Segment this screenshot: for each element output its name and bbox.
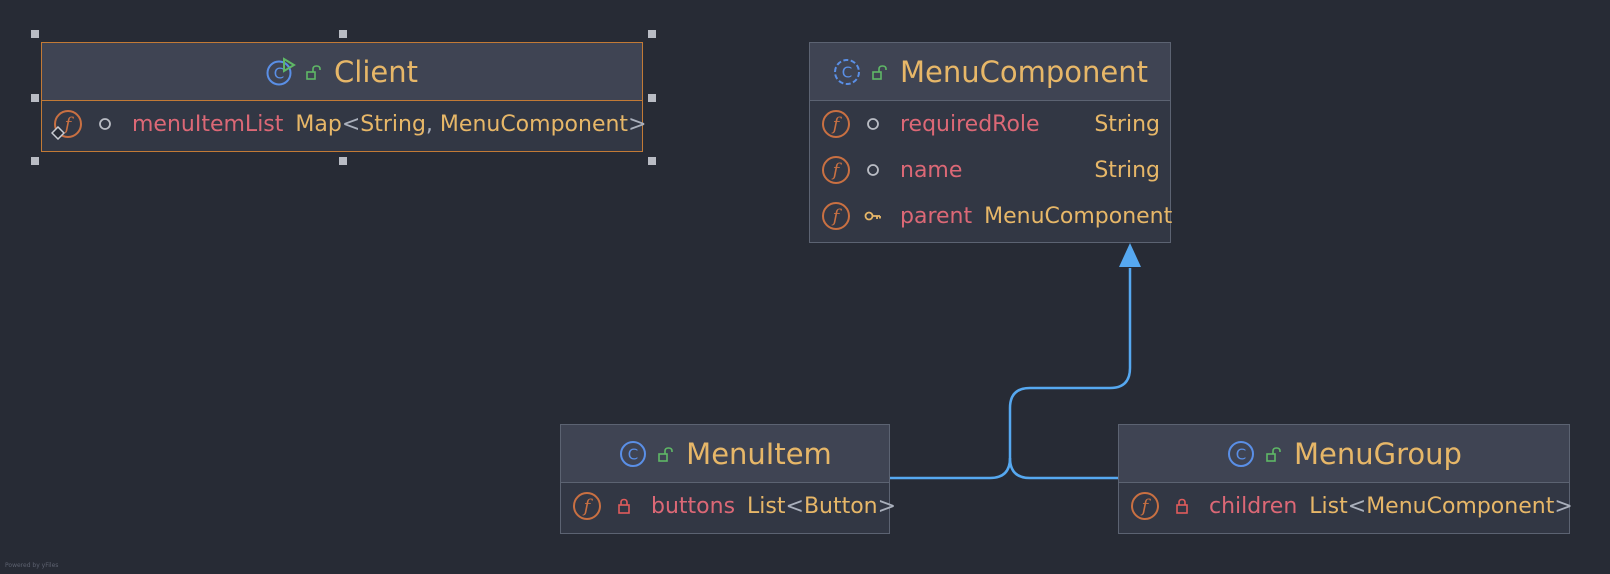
field-type: Map<String, MenuComponent> — [295, 111, 647, 137]
circle-icon — [860, 163, 886, 177]
resize-handle-sw[interactable] — [31, 157, 39, 165]
field-icon: f — [822, 156, 850, 184]
unlocked-icon — [306, 64, 322, 80]
runnable-class-icon: C — [266, 56, 296, 87]
menuitem-to-menucomponent-edge[interactable] — [890, 268, 1132, 480]
field-icon: f — [822, 202, 850, 230]
resize-handle-se[interactable] — [648, 157, 656, 165]
field-name: buttons — [651, 493, 736, 519]
resize-handle-ne[interactable] — [648, 30, 656, 38]
svg-text:C: C — [1236, 445, 1246, 463]
resize-handle-w[interactable] — [31, 94, 39, 102]
unlocked-icon — [658, 446, 674, 462]
circle-icon — [92, 117, 118, 131]
field-type: List<MenuComponent> — [1309, 493, 1573, 519]
field-name: requiredRole — [900, 111, 1040, 137]
class-node-menucomponent[interactable]: C MenuComponent f requiredRole String f … — [809, 42, 1173, 243]
unlocked-icon — [872, 64, 888, 80]
field-row[interactable]: f parent MenuComponent — [810, 193, 1173, 239]
field-row[interactable]: f menuItemList Map<String, MenuComponent… — [42, 101, 647, 147]
class-title: MenuComponent — [900, 54, 1148, 89]
field-name: children — [1209, 493, 1298, 519]
field-type: String — [1094, 111, 1160, 137]
field-type: MenuComponent — [984, 203, 1173, 229]
class-node-client[interactable]: C Client f menuItemList Map<String, Menu… — [41, 42, 647, 152]
resize-handle-n[interactable] — [339, 30, 347, 38]
resize-handle-e[interactable] — [648, 94, 656, 102]
menugroup-to-menucomponent-edge[interactable] — [1008, 457, 1118, 480]
field-icon: f — [1131, 492, 1159, 520]
resize-handle-nw[interactable] — [31, 30, 39, 38]
field-row[interactable]: f children List<MenuComponent> — [1119, 483, 1573, 529]
class-icon: C — [618, 439, 648, 469]
field-name: name — [900, 157, 963, 183]
svg-text:C: C — [628, 445, 638, 463]
class-node-menugroup[interactable]: C MenuGroup f children List<MenuComponen… — [1118, 424, 1573, 534]
field-icon: f — [573, 492, 601, 520]
field-row[interactable]: f buttons List<Button> — [561, 483, 896, 529]
resize-handle-s[interactable] — [339, 157, 347, 165]
abstract-class-icon: C — [832, 57, 862, 87]
class-title: Client — [334, 54, 418, 89]
circle-icon — [860, 117, 886, 131]
lock-icon — [1169, 498, 1195, 514]
svg-text:C: C — [842, 63, 852, 81]
field-name: parent — [900, 203, 973, 229]
field-type: String — [1094, 157, 1160, 183]
key-icon — [860, 210, 886, 222]
class-title: MenuItem — [686, 436, 832, 471]
field-name: menuItemList — [132, 111, 284, 137]
class-header: C MenuItem — [561, 425, 889, 483]
diamond-icon — [51, 126, 65, 140]
class-title: MenuGroup — [1294, 436, 1462, 471]
class-node-menuitem[interactable]: C MenuItem f buttons List<Button> — [560, 424, 896, 534]
svg-text:C: C — [274, 64, 284, 82]
lock-icon — [611, 498, 637, 514]
field-row[interactable]: f requiredRole String — [810, 101, 1170, 147]
class-icon: C — [1226, 439, 1256, 469]
class-header: C MenuComponent — [810, 43, 1170, 101]
field-type: List<Button> — [747, 493, 897, 519]
class-header: C Client — [42, 43, 642, 101]
field-row[interactable]: f name String — [810, 147, 1170, 193]
watermark: Powered by yFiles — [5, 562, 59, 569]
field-icon: f — [822, 110, 850, 138]
class-header: C MenuGroup — [1119, 425, 1569, 483]
inheritance-arrowhead — [1119, 243, 1141, 267]
unlocked-icon — [1266, 446, 1282, 462]
